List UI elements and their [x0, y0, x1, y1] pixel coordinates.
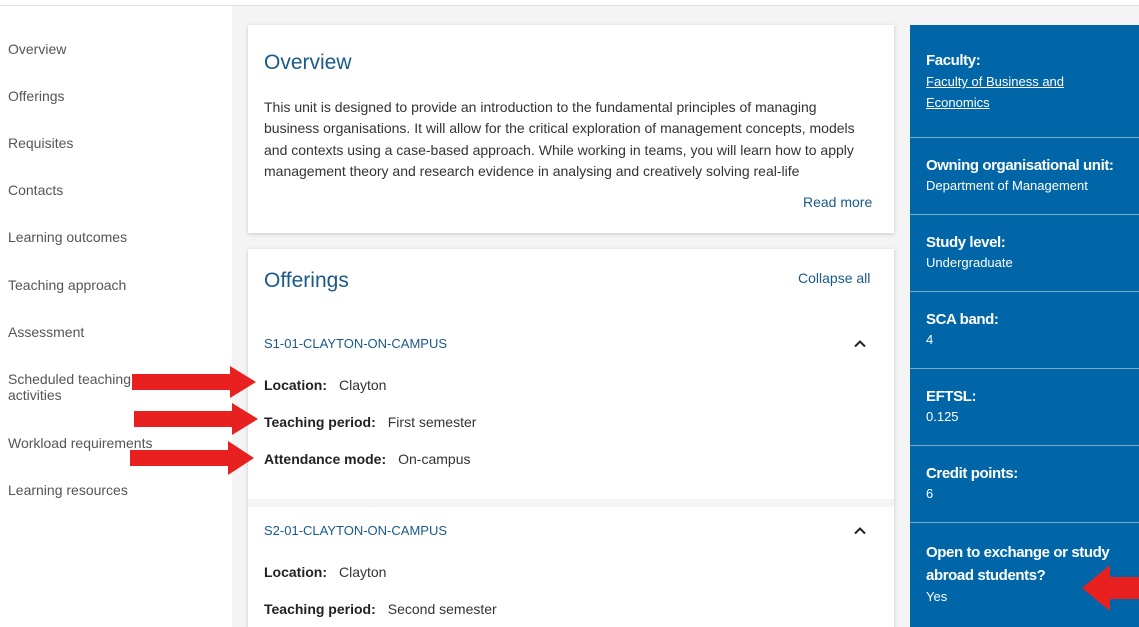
- nav-item-learning-resources[interactable]: Learning resources: [8, 482, 168, 498]
- credit-points-block: Credit points: 6: [926, 464, 1136, 504]
- sidebar-nav: Overview Offerings Requisites Contacts L…: [0, 6, 232, 627]
- offering-s2-header[interactable]: S2-01-CLAYTON-ON-CAMPUS: [264, 523, 447, 538]
- attendance-mode-label: Attendance mode:: [264, 451, 387, 467]
- offering-s1-header[interactable]: S1-01-CLAYTON-ON-CAMPUS: [264, 336, 447, 351]
- credit-points-label: Credit points:: [926, 465, 1018, 482]
- nav-item-assessment[interactable]: Assessment: [8, 324, 168, 340]
- owning-unit-block: Owning organisational unit: Department o…: [926, 156, 1136, 196]
- red-arrow-icon: [132, 366, 256, 398]
- owning-unit-label: Owning organisational unit:: [926, 157, 1114, 174]
- info-separator: [910, 214, 1139, 215]
- nav-item-requisites[interactable]: Requisites: [8, 135, 168, 151]
- faculty-link-line2[interactable]: Economics: [926, 92, 1136, 113]
- info-separator: [910, 291, 1139, 292]
- red-arrow-icon: [1082, 565, 1139, 611]
- offering-s1-location: Location: Clayton: [264, 377, 386, 393]
- unit-info-panel: Faculty: Faculty of Business and Economi…: [910, 25, 1139, 627]
- nav-item-scheduled-teaching-activities[interactable]: Scheduled teaching activities: [8, 371, 136, 403]
- teaching-period-value: First semester: [387, 414, 477, 430]
- info-separator: [910, 445, 1139, 446]
- offerings-title: Offerings: [264, 269, 349, 292]
- faculty-label: Faculty:: [926, 52, 981, 69]
- eftsl-value: 0.125: [926, 409, 959, 424]
- location-label: Location:: [264, 564, 327, 580]
- eftsl-block: EFTSL: 0.125: [926, 387, 1136, 427]
- overview-text: This unit is designed to provide an intr…: [264, 99, 855, 179]
- offering-s2-teaching-period: Teaching period: Second semester: [264, 601, 497, 617]
- sca-band-label: SCA band:: [926, 311, 999, 328]
- nav-item-learning-outcomes[interactable]: Learning outcomes: [8, 229, 168, 245]
- nav-item-offerings[interactable]: Offerings: [8, 88, 168, 104]
- nav-item-contacts[interactable]: Contacts: [8, 182, 168, 198]
- sca-band-value: 4: [926, 332, 934, 347]
- overview-title: Overview: [264, 51, 352, 74]
- offering-s2-location: Location: Clayton: [264, 564, 386, 580]
- location-value: Clayton: [339, 377, 387, 393]
- info-separator: [910, 137, 1139, 138]
- teaching-period-label: Teaching period:: [264, 601, 376, 617]
- collapse-all-button[interactable]: Collapse all: [798, 270, 870, 286]
- location-value: Clayton: [339, 564, 387, 580]
- attendance-mode-value: On-campus: [398, 451, 471, 467]
- red-arrow-icon: [130, 441, 254, 475]
- read-more-link[interactable]: Read more: [803, 194, 872, 210]
- faculty-block: Faculty: Faculty of Business and Economi…: [926, 51, 1136, 113]
- teaching-period-value: Second semester: [387, 601, 497, 617]
- red-arrow-icon: [134, 403, 258, 435]
- info-separator: [910, 522, 1139, 523]
- offering-s1-teaching-period: Teaching period: First semester: [264, 414, 476, 430]
- faculty-link[interactable]: Faculty of Business and: [926, 71, 1136, 92]
- chevron-up-icon[interactable]: [848, 332, 872, 356]
- overview-card: Overview This unit is designed to provid…: [248, 25, 894, 233]
- nav-item-overview[interactable]: Overview: [8, 41, 168, 57]
- nav-item-teaching-approach[interactable]: Teaching approach: [8, 277, 168, 293]
- teaching-period-label: Teaching period:: [264, 414, 376, 430]
- credit-points-value: 6: [926, 486, 934, 501]
- sca-band-block: SCA band: 4: [926, 310, 1136, 350]
- chevron-up-icon[interactable]: [848, 519, 872, 543]
- offerings-card: Offerings Collapse all S1-01-CLAYTON-ON-…: [248, 249, 894, 627]
- eftsl-label: EFTSL:: [926, 388, 977, 405]
- exchange-label: Open to exchange or study: [926, 544, 1110, 561]
- owning-unit-value: Department of Management: [926, 178, 1088, 193]
- info-separator: [910, 368, 1139, 369]
- offering-s1-attendance-mode: Attendance mode: On-campus: [264, 451, 470, 467]
- location-label: Location:: [264, 377, 327, 393]
- study-level-value: Undergraduate: [926, 255, 1013, 270]
- offering-divider: [248, 499, 894, 507]
- study-level-label: Study level:: [926, 234, 1006, 251]
- study-level-block: Study level: Undergraduate: [926, 233, 1136, 273]
